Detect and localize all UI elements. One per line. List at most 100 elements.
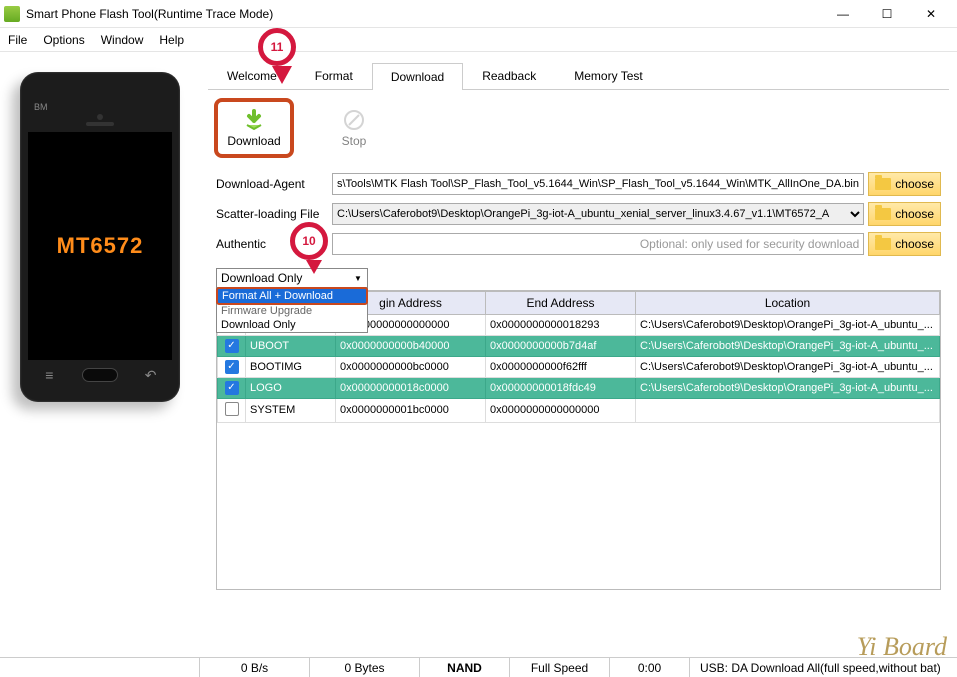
row-checkbox[interactable]: ✓ <box>225 360 239 374</box>
row-location: C:\Users\Caferobot9\Desktop\OrangePi_3g-… <box>636 314 940 335</box>
row-begin: 0x0000000000b40000 <box>336 335 486 356</box>
da-input[interactable] <box>332 173 864 195</box>
row-end: 0x00000000018fdc49 <box>486 377 636 398</box>
row-end: 0x0000000000000000 <box>486 398 636 422</box>
download-button[interactable]: Download <box>224 104 284 152</box>
tab-memtest[interactable]: Memory Test <box>555 62 661 89</box>
row-location: C:\Users\Caferobot9\Desktop\OrangePi_3g-… <box>636 377 940 398</box>
row-checkbox[interactable]: ✓ <box>225 339 239 353</box>
download-label: Download <box>227 134 280 148</box>
chevron-down-icon: ▼ <box>351 271 365 285</box>
row-checkbox[interactable] <box>225 402 239 416</box>
phone-sensor <box>97 114 103 120</box>
mode-selected: Download Only <box>221 271 302 285</box>
callout-10: 10 <box>290 222 328 260</box>
table-row[interactable]: ✓ LOGO0x00000000018c00000x00000000018fdc4… <box>218 377 940 398</box>
status-type: NAND <box>420 658 510 677</box>
table-row[interactable]: ✓ UBOOT0x0000000000b400000x0000000000b7d4… <box>218 335 940 356</box>
table-row[interactable]: SYSTEM0x0000000001bc00000x00000000000000… <box>218 398 940 422</box>
row-end: 0x0000000000b7d4af <box>486 335 636 356</box>
app-icon <box>4 6 20 22</box>
mode-option-dl[interactable]: Download Only <box>217 318 367 332</box>
status-rate: 0 B/s <box>200 658 310 677</box>
download-button-highlight: Download <box>214 98 294 158</box>
chip-label: MT6572 <box>57 233 144 259</box>
status-empty <box>0 658 200 677</box>
table-row[interactable]: ✓ BOOTIMG0x0000000000bc00000x0000000000f6… <box>218 356 940 377</box>
stop-button[interactable]: Stop <box>324 104 384 152</box>
choose-label: choose <box>895 207 934 221</box>
mode-dropdown[interactable]: Download Only ▼ <box>216 268 368 288</box>
da-label: Download-Agent <box>216 177 328 191</box>
row-location <box>636 398 940 422</box>
menu-options[interactable]: Options <box>43 33 84 47</box>
toolbar: Download Stop <box>208 90 949 168</box>
row-name: LOGO <box>246 377 336 398</box>
row-checkbox[interactable]: ✓ <box>225 381 239 395</box>
tab-download[interactable]: Download <box>372 63 463 90</box>
phone-buttons: ≡ ↶ <box>28 360 172 382</box>
row-begin: 0x0000000001bc0000 <box>336 398 486 422</box>
stop-label: Stop <box>342 134 367 148</box>
tab-readback[interactable]: Readback <box>463 62 555 89</box>
menubar: File Options Window Help <box>0 28 957 52</box>
scatter-input[interactable]: C:\Users\Caferobot9\Desktop\OrangePi_3g-… <box>332 203 864 225</box>
phone-menu-icon: ≡ <box>39 369 59 381</box>
tab-format[interactable]: Format <box>296 62 372 89</box>
scatter-choose-button[interactable]: choose <box>868 202 941 226</box>
menu-file[interactable]: File <box>8 33 27 47</box>
partition-table-wrap: ✓ Name gin Address End Address Location … <box>216 290 941 590</box>
row-location: C:\Users\Caferobot9\Desktop\OrangePi_3g-… <box>636 335 940 356</box>
close-button[interactable]: ✕ <box>909 0 953 28</box>
phone-home-button <box>82 368 118 382</box>
da-row: Download-Agent choose <box>216 172 941 196</box>
choose-label: choose <box>895 177 934 191</box>
auth-placeholder[interactable]: Optional: only used for security downloa… <box>332 233 864 255</box>
maximize-button[interactable]: ☐ <box>865 0 909 28</box>
minimize-button[interactable]: — <box>821 0 865 28</box>
callout-11: 11 <box>258 28 296 66</box>
mode-option-fw[interactable]: Firmware Upgrade <box>217 304 367 318</box>
row-begin: 0x00000000018c0000 <box>336 377 486 398</box>
titlebar: Smart Phone Flash Tool(Runtime Trace Mod… <box>0 0 957 28</box>
phone-back-icon: ↶ <box>141 369 161 381</box>
folder-icon <box>875 178 891 190</box>
scatter-label: Scatter-loading File <box>216 207 328 221</box>
phone-speaker <box>86 122 114 126</box>
auth-choose-button[interactable]: choose <box>868 232 941 256</box>
folder-icon <box>875 208 891 220</box>
status-bytes: 0 Bytes <box>310 658 420 677</box>
window-title: Smart Phone Flash Tool(Runtime Trace Mod… <box>26 7 821 21</box>
window-controls: — ☐ ✕ <box>821 0 953 28</box>
menu-help[interactable]: Help <box>159 33 184 47</box>
watermark: Yi Board <box>857 632 947 662</box>
phone-mock: BM MT6572 ≡ ↶ <box>20 72 180 402</box>
row-end: 0x0000000000f62fff <box>486 356 636 377</box>
row-name: BOOTIMG <box>246 356 336 377</box>
row-end: 0x0000000000018293 <box>486 314 636 335</box>
choose-label: choose <box>895 237 934 251</box>
statusbar: 0 B/s 0 Bytes NAND Full Speed 0:00 USB: … <box>0 657 957 677</box>
phone-preview-panel: BM MT6572 ≡ ↶ <box>0 52 200 657</box>
main-area: BM MT6572 ≡ ↶ Welcome Format Download Re… <box>0 52 957 657</box>
phone-screen: MT6572 <box>28 132 172 360</box>
folder-icon <box>875 238 891 250</box>
status-time: 0:00 <box>610 658 690 677</box>
row-location: C:\Users\Caferobot9\Desktop\OrangePi_3g-… <box>636 356 940 377</box>
phone-brand: BM <box>34 102 48 112</box>
mode-dropdown-list: Format All + Download Firmware Upgrade D… <box>216 287 368 333</box>
col-end[interactable]: End Address <box>486 292 636 315</box>
download-icon <box>242 108 266 132</box>
tabs: Welcome Format Download Readback Memory … <box>208 62 949 90</box>
row-begin: 0x0000000000bc0000 <box>336 356 486 377</box>
row-name: UBOOT <box>246 335 336 356</box>
status-speed: Full Speed <box>510 658 610 677</box>
stop-icon <box>342 108 366 132</box>
content-area: Welcome Format Download Readback Memory … <box>200 52 957 657</box>
col-location[interactable]: Location <box>636 292 940 315</box>
mode-option-format[interactable]: Format All + Download <box>216 287 368 305</box>
mode-dropdown-wrap: Download Only ▼ Format All + Download Fi… <box>216 268 949 288</box>
scatter-row: Scatter-loading File C:\Users\Caferobot9… <box>216 202 941 226</box>
da-choose-button[interactable]: choose <box>868 172 941 196</box>
menu-window[interactable]: Window <box>101 33 144 47</box>
